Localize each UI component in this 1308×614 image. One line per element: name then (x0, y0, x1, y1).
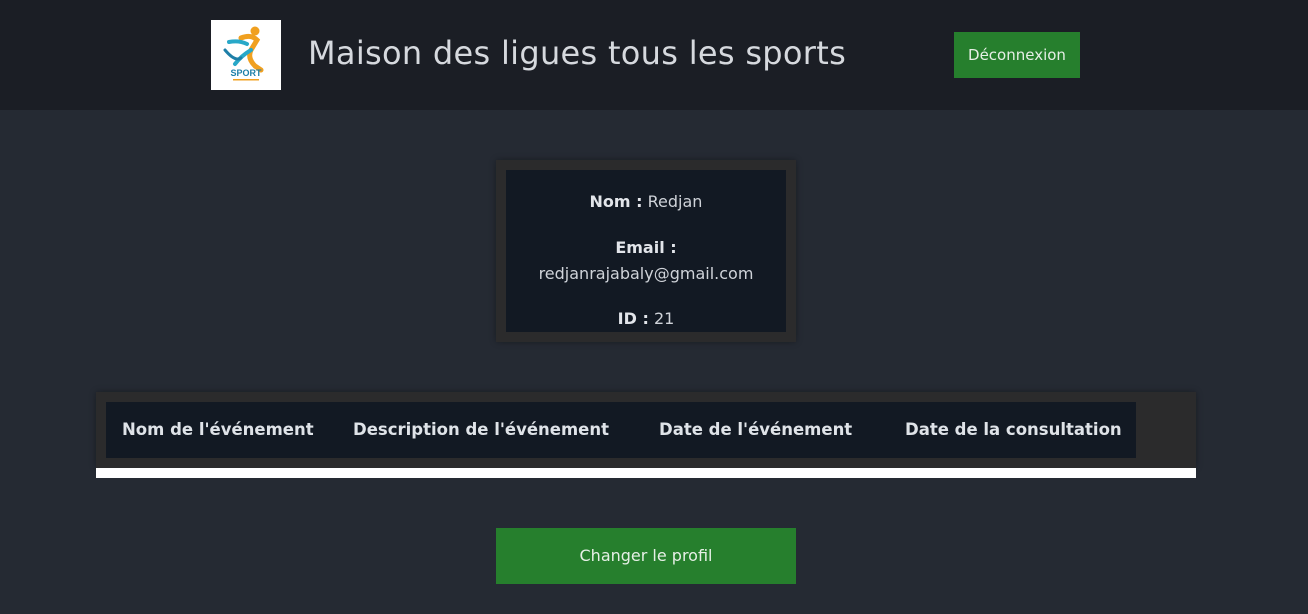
profile-email-label: Email : (615, 238, 677, 257)
column-header-event-date: Date de l'événement (659, 420, 853, 439)
sport-logo[interactable]: SPORT (211, 20, 281, 90)
profile-id-value: 21 (653, 309, 675, 328)
events-table-header: Nom de l'événement Description de l'évén… (106, 402, 1136, 458)
profile-email-value-row: redjanrajabaly@gmail.com (506, 264, 786, 283)
events-table-body (96, 468, 1196, 478)
change-profile-button[interactable]: Changer le profil (496, 528, 796, 584)
profile-name-row: Nom : Redjan (506, 192, 786, 211)
profile-card: Nom : Redjan Email : redjanrajabaly@gmai… (496, 160, 796, 342)
column-header-event-description: Description de l'événement (353, 420, 610, 439)
profile-card-body: Nom : Redjan Email : redjanrajabaly@gmai… (506, 170, 786, 332)
site-header: SPORT Maison des ligues tous les sports … (0, 0, 1308, 110)
svg-text:SPORT: SPORT (230, 68, 262, 78)
column-header-consultation-date: Date de la consultation (905, 420, 1122, 439)
sport-runner-logo-icon: SPORT (223, 26, 264, 81)
logout-button[interactable]: Déconnexion (954, 32, 1080, 78)
column-header-event-name: Nom de l'événement (122, 420, 314, 439)
profile-id-row: ID : 21 (506, 309, 786, 328)
profile-name-value: Redjan (647, 192, 703, 211)
profile-email-value: redjanrajabaly@gmail.com (538, 264, 754, 283)
profile-id-label: ID : (617, 309, 649, 328)
events-table: Nom de l'événement Description de l'évén… (96, 392, 1196, 468)
profile-email-label-row: Email : (506, 238, 786, 257)
site-title: Maison des ligues tous les sports (308, 34, 847, 72)
profile-name-label: Nom : (589, 192, 643, 211)
